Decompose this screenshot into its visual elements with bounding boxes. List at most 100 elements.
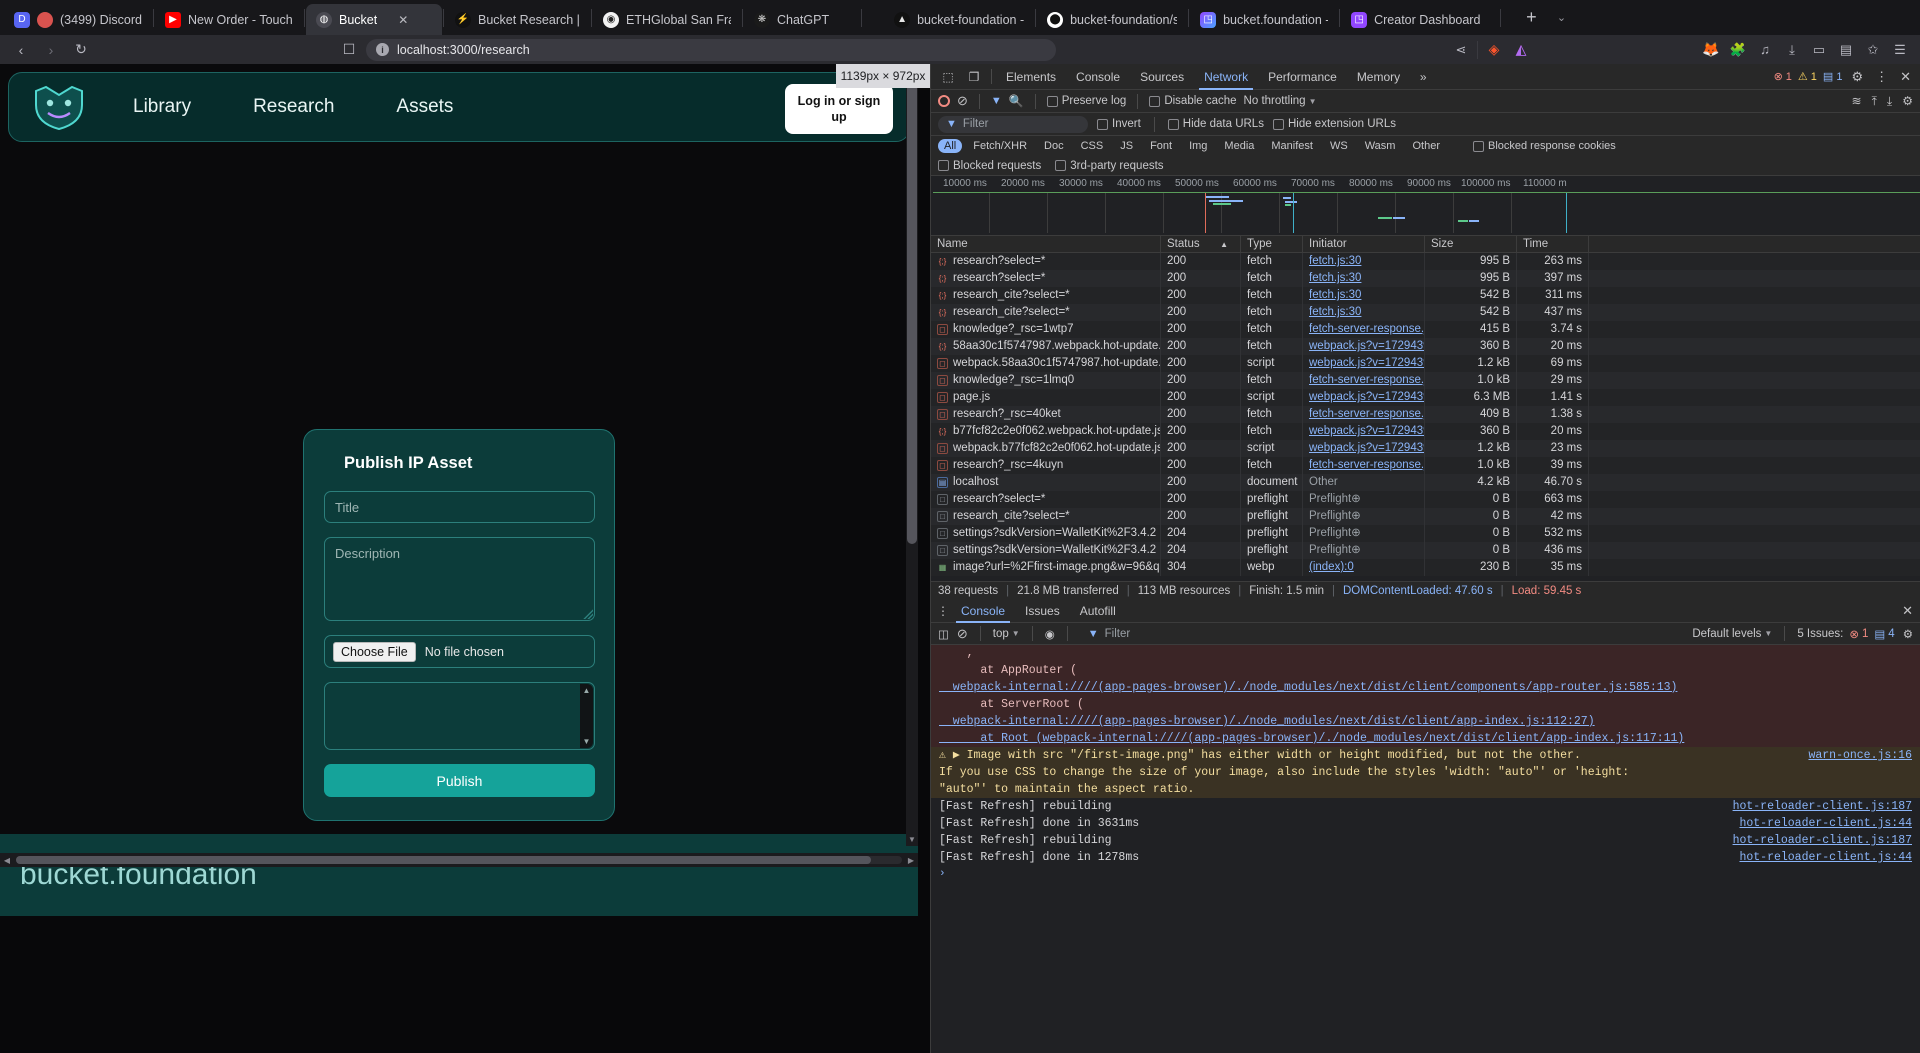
cell-name[interactable]: □ research_cite?select=* [931, 508, 1161, 525]
table-row[interactable]: ◻ research?_rsc=40ket 200 fetch fetch-server… [931, 406, 1920, 423]
vertical-scroll-thumb[interactable] [907, 64, 917, 544]
cell-name[interactable]: □ settings?sdkVersion=WalletKit%2F3.4.2 [931, 525, 1161, 542]
network-request-table[interactable]: Name Status ▲ Type Initiator Size Time {… [931, 236, 1920, 581]
horizontal-scroll-thumb[interactable] [16, 856, 871, 864]
initiator-link[interactable]: fetch-server-response.js [1309, 323, 1424, 335]
type-filter-font[interactable]: Font [1144, 139, 1178, 153]
devtools-tab-performance[interactable]: Performance [1258, 64, 1347, 90]
console-levels-select[interactable]: Default levels ▼ [1692, 628, 1772, 640]
browser-tab-bucket-research[interactable]: ⚡ Bucket Research | AG [445, 4, 590, 35]
cell-name[interactable]: {;} research?select=* [931, 253, 1161, 270]
browser-tab-creator-dashboard[interactable]: ◳ Creator Dashboard [1341, 4, 1490, 35]
cell-name[interactable]: ◻ research?_rsc=40ket [931, 406, 1161, 423]
cell-name[interactable]: ◻ webpack.58aa30c1f5747987.hot-update.js [931, 355, 1161, 372]
menu-icon[interactable]: ☰ [1888, 38, 1912, 62]
table-row[interactable]: □ settings?sdkVersion=WalletKit%2F3.4.2 20… [931, 542, 1920, 559]
type-filter-all[interactable]: All [938, 139, 963, 153]
console-source-link[interactable]: webpack-internal:////(app-pages-browser)… [939, 681, 1678, 694]
table-row[interactable]: {;} research?select=* 200 fetch fetch.js:30 9… [931, 253, 1920, 270]
table-row[interactable]: {;} research?select=* 200 fetch fetch.js:30 9… [931, 270, 1920, 287]
table-row[interactable]: □ settings?sdkVersion=WalletKit%2F3.4.2 20… [931, 525, 1920, 542]
type-filter-fetchxhr[interactable]: Fetch/XHR [967, 139, 1033, 153]
browser-tab-twitch-bucket[interactable]: ◳ bucket.foundation - P [1190, 4, 1338, 35]
initiator-link[interactable]: (index):0 [1309, 561, 1354, 573]
page-horizontal-scrollbar[interactable]: ◀ ▶ [0, 853, 918, 867]
table-row[interactable]: ▤ localhost 200 document Other 4.2 kB 46.70 s [931, 474, 1920, 491]
cell-name[interactable]: □ settings?sdkVersion=WalletKit%2F3.4.2 [931, 542, 1161, 559]
column-header-size[interactable]: Size [1425, 236, 1517, 252]
console-context-select[interactable]: top ▼ [993, 628, 1020, 640]
scroll-down-icon[interactable]: ▼ [583, 737, 591, 746]
console-source-link[interactable]: hot-reloader-client.js:187 [1733, 799, 1912, 814]
scroll-up-icon[interactable]: ▲ [583, 686, 591, 695]
extensions-icon[interactable]: 🧩 [1726, 38, 1750, 62]
bookmark-icon[interactable]: ☐ [336, 38, 362, 62]
invert-checkbox[interactable]: Invert [1097, 118, 1141, 130]
filter-icon[interactable]: ▼ [991, 95, 1002, 107]
sidebar-icon[interactable]: ▭ [1807, 38, 1831, 62]
more-tabs-icon[interactable]: » [1410, 66, 1436, 88]
console-source-link[interactable]: hot-reloader-client.js:44 [1739, 816, 1912, 831]
hide-data-urls-checkbox[interactable]: Hide data URLs [1167, 118, 1264, 130]
cell-name[interactable]: ▤ localhost [931, 474, 1161, 491]
browser-tab-discord[interactable]: D (3499) Discord | # [4, 4, 152, 35]
initiator-link[interactable]: webpack.js?v=17294397 [1309, 357, 1424, 369]
type-filter-wasm[interactable]: Wasm [1359, 139, 1402, 153]
initiator-link[interactable]: fetch.js:30 [1309, 272, 1361, 284]
column-header-name[interactable]: Name [931, 236, 1161, 252]
settings-icon[interactable]: ⚙ [1902, 94, 1913, 108]
devtools-tab-elements[interactable]: Elements [996, 64, 1066, 90]
record-icon[interactable] [938, 95, 950, 107]
table-row[interactable]: {;} b77fcf82c2e0f062.webpack.hot-update.j… [931, 423, 1920, 440]
type-filter-doc[interactable]: Doc [1038, 139, 1070, 153]
cell-name[interactable]: {;} 58aa30c1f5747987.webpack.hot-update.j… [931, 338, 1161, 355]
initiator-link[interactable]: fetch-server-response.js [1309, 459, 1424, 471]
leo-ai-icon[interactable]: ◭ [1509, 38, 1533, 62]
initiator-link[interactable]: webpack.js?v=17294397 [1309, 442, 1424, 454]
browser-tab-vercel[interactable]: ▲ bucket-foundation - D [884, 4, 1034, 35]
device-toolbar-icon[interactable]: ❐ [961, 66, 987, 88]
cell-name[interactable]: ◻ webpack.b77fcf82c2e0f062.hot-update.js [931, 440, 1161, 457]
console-source-link[interactable]: at Root (webpack-internal:////(app-pages… [939, 732, 1684, 745]
type-filter-media[interactable]: Media [1218, 139, 1260, 153]
file-input-row[interactable]: Choose File No file chosen [324, 635, 595, 668]
column-header-status[interactable]: Status ▲ [1161, 236, 1241, 252]
horizontal-scroll-track[interactable] [16, 856, 902, 864]
reload-icon[interactable]: ↻ [68, 38, 94, 62]
page-vertical-scrollbar[interactable]: ▼ [906, 64, 918, 846]
back-icon[interactable]: ‹ [8, 38, 34, 62]
drawer-tab-console[interactable]: Console [951, 600, 1015, 623]
inspect-element-icon[interactable]: ⬚ [935, 66, 961, 88]
console-output[interactable]: , at AppRouter ( webpack-internal:////(a… [931, 645, 1920, 1053]
table-row[interactable]: ◻ research?_rsc=4kuyn 200 fetch fetch-server… [931, 457, 1920, 474]
table-row[interactable]: ◻ page.js 200 script webpack.js?v=17294397 6.… [931, 389, 1920, 406]
choose-file-button[interactable]: Choose File [333, 641, 416, 662]
console-sidebar-icon[interactable]: ◫ [938, 627, 949, 641]
close-icon[interactable]: ✕ [1902, 603, 1920, 619]
browser-tab-bucket[interactable]: ◍ Bucket ✕ [306, 4, 442, 35]
close-icon[interactable]: ✕ [1897, 69, 1914, 85]
bookmark-star-icon[interactable]: ✩ [1861, 38, 1885, 62]
cell-name[interactable]: {;} b77fcf82c2e0f062.webpack.hot-update.j… [931, 423, 1161, 440]
share-icon[interactable]: ⋖ [1449, 38, 1473, 62]
throttling-select[interactable]: No throttling ▼ [1244, 95, 1317, 107]
nav-link-assets[interactable]: Assets [396, 96, 453, 118]
error-badge[interactable]: ⊗ 1 [1774, 70, 1792, 84]
table-row[interactable]: ◻ knowledge?_rsc=1lmq0 200 fetch fetch-serve… [931, 372, 1920, 389]
initiator-link[interactable]: fetch-server-response.js [1309, 408, 1424, 420]
scroll-left-icon[interactable]: ◀ [0, 856, 14, 865]
login-signup-button[interactable]: Log in or sign up [785, 84, 893, 134]
console-prompt[interactable]: › [931, 866, 1920, 882]
nav-link-library[interactable]: Library [133, 96, 191, 118]
description-textarea[interactable]: Description [324, 537, 595, 621]
table-row[interactable]: □ research?select=* 200 preflight Preflight⊕… [931, 491, 1920, 508]
table-row[interactable]: ▦ image?url=%2Ffirst-image.png&w=96&q=75 3… [931, 559, 1920, 576]
cell-name[interactable]: ◻ research?_rsc=4kuyn [931, 457, 1161, 474]
devtools-tab-sources[interactable]: Sources [1130, 64, 1194, 90]
console-source-link[interactable]: hot-reloader-client.js:187 [1733, 833, 1912, 848]
cell-name[interactable]: □ research?select=* [931, 491, 1161, 508]
cell-name[interactable]: {;} research?select=* [931, 270, 1161, 287]
info-badge[interactable]: ▤ 1 [1823, 70, 1843, 84]
type-filter-css[interactable]: CSS [1075, 139, 1110, 153]
type-filter-js[interactable]: JS [1114, 139, 1139, 153]
